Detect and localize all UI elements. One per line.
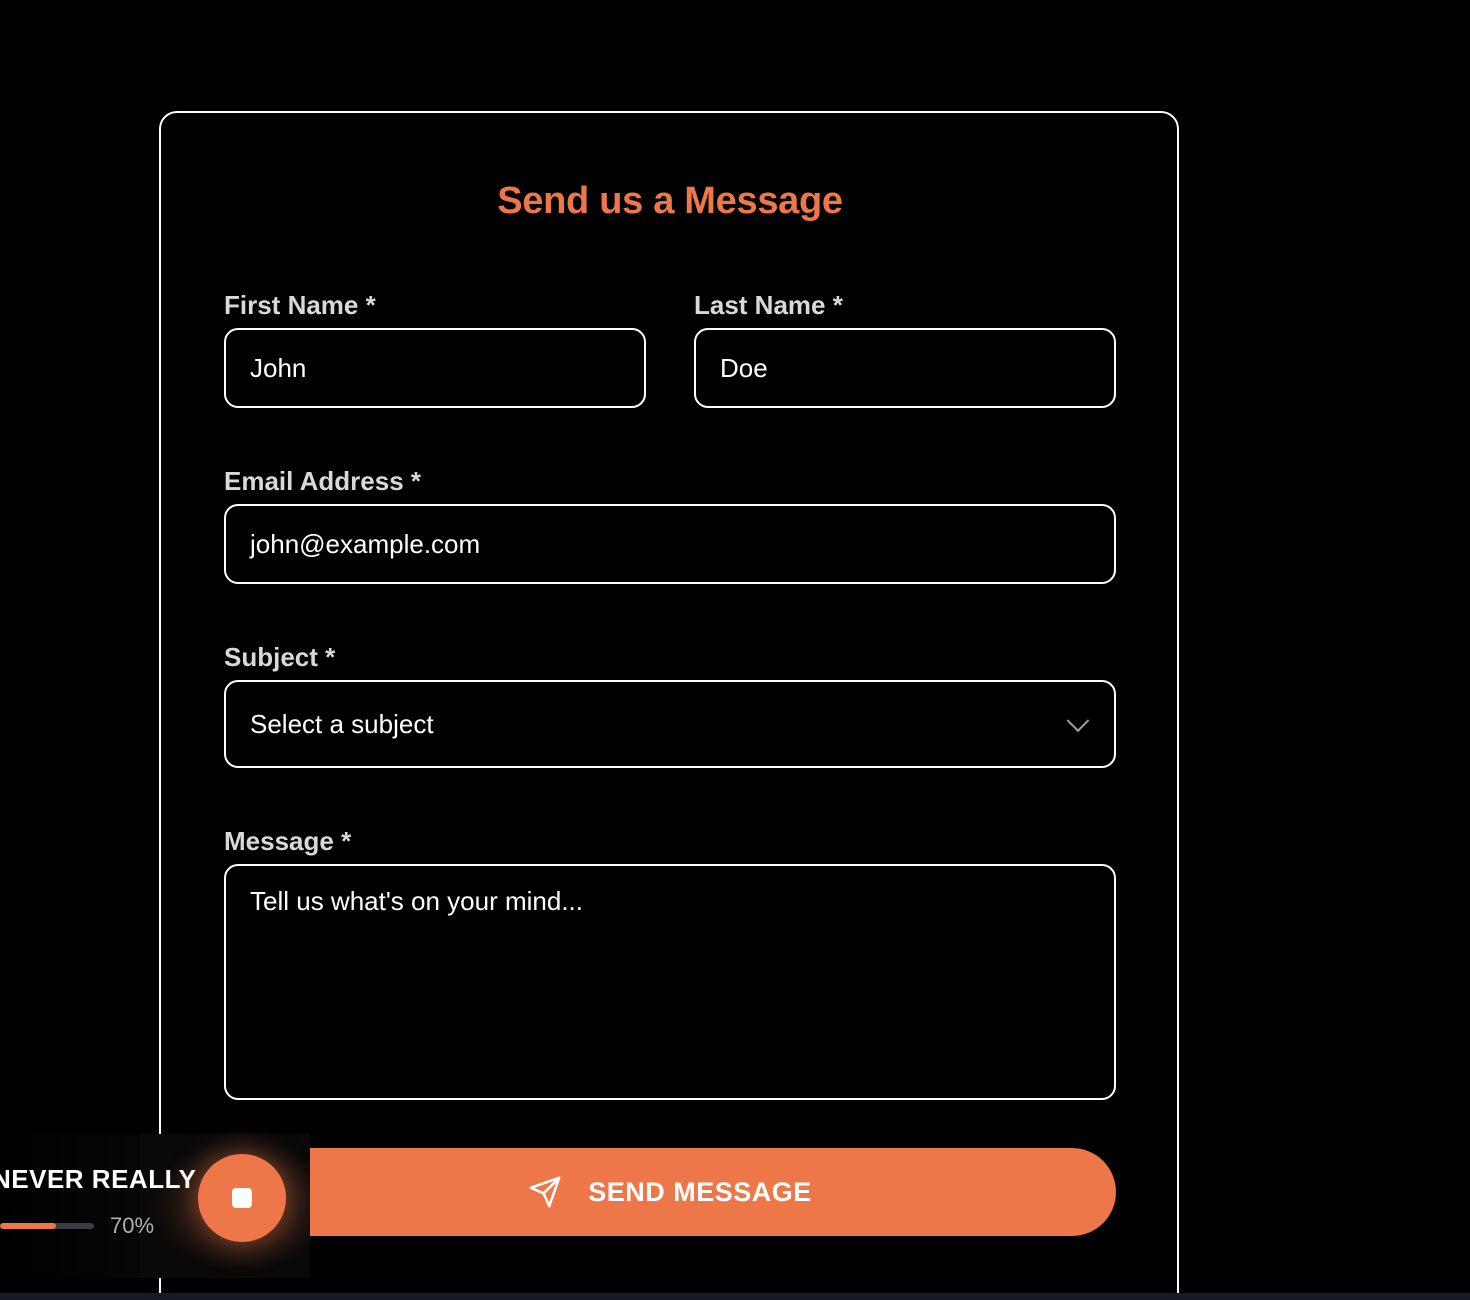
- subject-select[interactable]: Select a subject: [224, 680, 1116, 768]
- message-placeholder: Tell us what's on your mind...: [250, 886, 583, 916]
- stop-icon: [232, 1188, 252, 1208]
- chevron-down-icon: [1066, 709, 1090, 733]
- form-title: Send us a Message: [497, 180, 843, 222]
- message-label: Message *: [224, 826, 352, 856]
- last-name-label: Last Name *: [694, 290, 843, 320]
- contact-page: Send us a Message First Name * John Last…: [0, 0, 1470, 1300]
- email-value: john@example.com: [250, 528, 481, 559]
- playback-progress-fill: [0, 1223, 57, 1229]
- last-name-value: Doe: [720, 352, 768, 383]
- email-input[interactable]: john@example.com: [224, 504, 1116, 584]
- first-name-label: First Name *: [224, 290, 376, 320]
- email-label: Email Address *: [224, 466, 422, 496]
- first-name-value: John: [250, 352, 307, 383]
- message-textarea[interactable]: Tell us what's on your mind...: [224, 864, 1116, 1100]
- track-title: NEVER REALLY: [0, 1164, 197, 1194]
- playback-progress-bar[interactable]: [0, 1223, 94, 1229]
- mini-music-player: NEVER REALLY 70%: [0, 1134, 310, 1278]
- send-icon: [529, 1176, 561, 1208]
- subject-selected-value: Select a subject: [250, 708, 434, 739]
- first-name-input[interactable]: John: [224, 328, 646, 408]
- last-name-input[interactable]: Doe: [694, 328, 1116, 408]
- stop-button[interactable]: [198, 1154, 286, 1242]
- send-message-label: SEND MESSAGE: [588, 1176, 812, 1207]
- cut-off-heading-text: [120, 0, 127, 15]
- send-message-button[interactable]: SEND MESSAGE: [224, 1148, 1116, 1236]
- bottom-edge-bar: [0, 1293, 1470, 1300]
- subject-label: Subject *: [224, 642, 336, 672]
- progress-percentage: 70%: [110, 1213, 155, 1238]
